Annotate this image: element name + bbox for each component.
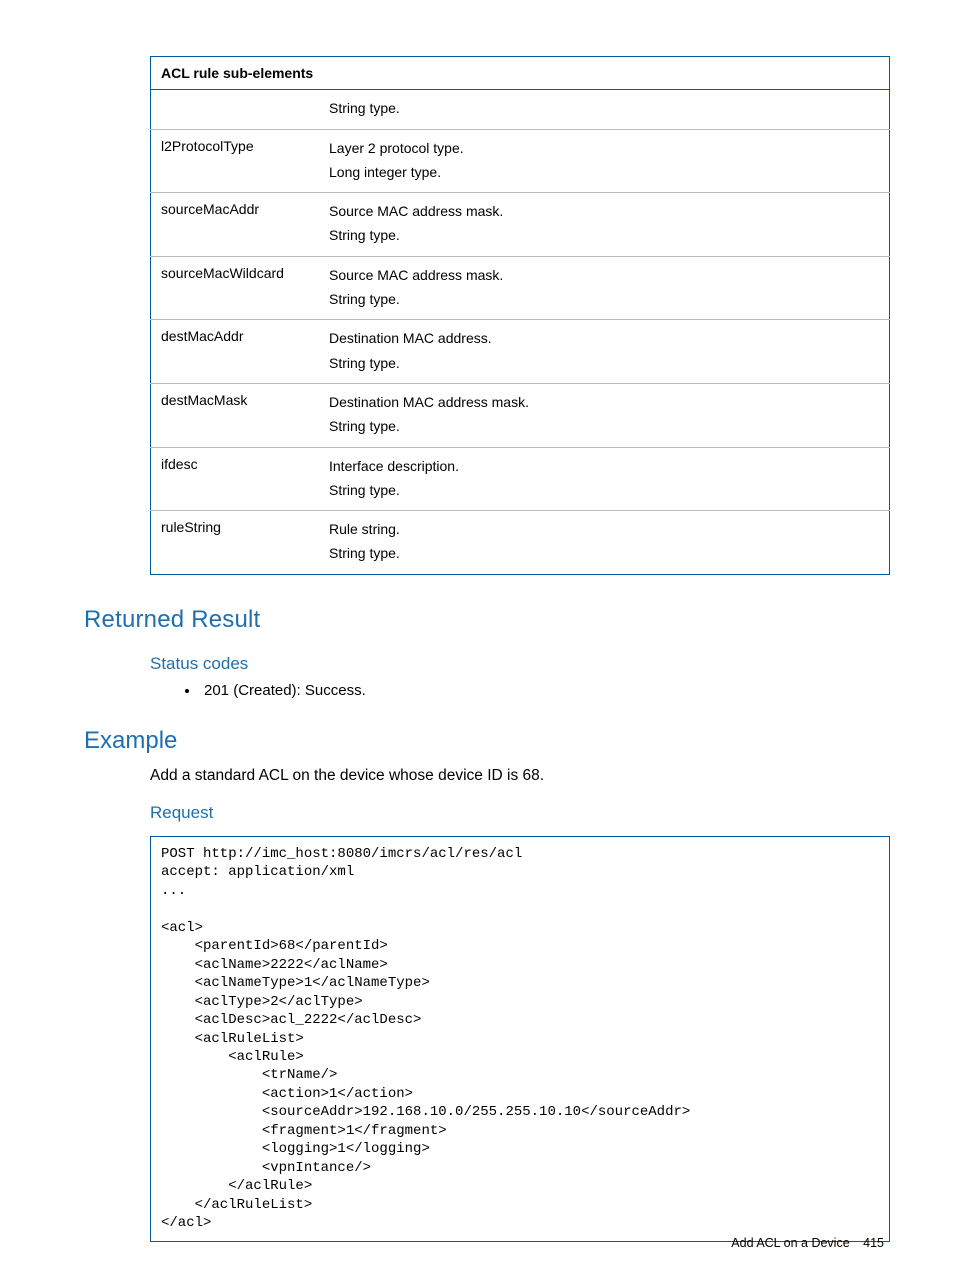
param-desc: Destination MAC address mask.String type… — [319, 383, 890, 447]
page-footer: Add ACL on a Device 415 — [731, 1234, 884, 1252]
request-heading: Request — [150, 801, 884, 826]
param-name: destMacMask — [151, 383, 320, 447]
table-row: l2ProtocolType Layer 2 protocol type.Lon… — [151, 129, 890, 193]
param-desc: Interface description.String type. — [319, 447, 890, 511]
table-row: String type. — [151, 90, 890, 129]
table-row: sourceMacAddr Source MAC address mask.St… — [151, 193, 890, 257]
document-page: ACL rule sub-elements String type. l2Pro… — [0, 0, 954, 1282]
param-name: sourceMacAddr — [151, 193, 320, 257]
returned-result-heading: Returned Result — [84, 603, 884, 638]
table-row: destMacAddr Destination MAC address.Stri… — [151, 320, 890, 384]
param-desc: Destination MAC address.String type. — [319, 320, 890, 384]
table-row: destMacMask Destination MAC address mask… — [151, 383, 890, 447]
status-codes-heading: Status codes — [150, 652, 884, 677]
table-row: sourceMacWildcard Source MAC address mas… — [151, 256, 890, 320]
param-name: destMacAddr — [151, 320, 320, 384]
param-desc: Rule string.String type. — [319, 511, 890, 575]
example-heading: Example — [84, 724, 884, 759]
param-name — [151, 90, 320, 129]
table-row: ruleString Rule string.String type. — [151, 511, 890, 575]
param-desc: Layer 2 protocol type.Long integer type. — [319, 129, 890, 193]
param-name: l2ProtocolType — [151, 129, 320, 193]
request-code-block: POST http://imc_host:8080/imcrs/acl/res/… — [150, 836, 890, 1242]
param-desc: Source MAC address mask.String type. — [319, 193, 890, 257]
acl-sub-elements-table: ACL rule sub-elements String type. l2Pro… — [150, 56, 890, 575]
example-body: Add a standard ACL on the device whose d… — [150, 765, 884, 787]
status-codes-list: 201 (Created): Success. — [166, 680, 884, 702]
param-name: sourceMacWildcard — [151, 256, 320, 320]
footer-title: Add ACL on a Device — [731, 1236, 849, 1250]
param-desc: String type. — [319, 90, 890, 129]
param-name: ruleString — [151, 511, 320, 575]
status-code-item: 201 (Created): Success. — [200, 680, 884, 702]
param-desc: Source MAC address mask.String type. — [319, 256, 890, 320]
param-name: ifdesc — [151, 447, 320, 511]
table-header: ACL rule sub-elements — [151, 57, 890, 90]
page-number: 415 — [863, 1236, 884, 1250]
table-row: ifdesc Interface description.String type… — [151, 447, 890, 511]
